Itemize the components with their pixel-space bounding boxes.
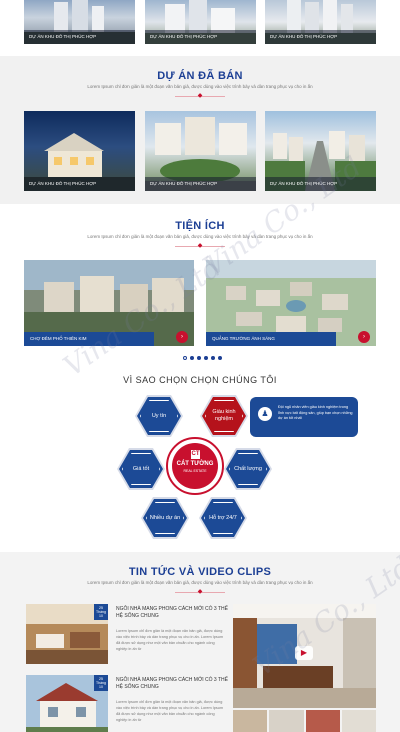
title-divider: ◆	[175, 243, 225, 249]
section-subtitle: Lorem Ipsum chỉ đơn giản là một đoạn văn…	[87, 580, 313, 585]
section-title: VÌ SAO CHỌN CHỌN CHÚNG TÔI	[123, 375, 277, 385]
project-caption: DỰ ÁN KHU ĐÔ THỊ PHÚC HỢP	[265, 177, 376, 191]
project-caption: DỰ ÁN KHU ĐÔ THỊ PHÚC HỢP	[265, 30, 376, 44]
news-thumbnail[interactable]: 25 Tháng 10	[26, 675, 108, 732]
project-caption: DỰ ÁN KHU ĐÔ THỊ PHÚC HỢP	[24, 30, 135, 44]
brand-name: CÁT TƯỜNG	[176, 461, 214, 467]
project-card[interactable]: DỰ ÁN KHU ĐÔ THỊ PHÚC HỢP	[265, 0, 376, 44]
project-card[interactable]: DỰ ÁN KHU ĐÔ THỊ PHÚC HỢP	[24, 111, 135, 191]
carousel-dot[interactable]	[211, 356, 215, 360]
play-icon[interactable]: ▶	[295, 646, 313, 660]
project-caption: DỰ ÁN KHU ĐÔ THỊ PHÚC HỢP	[145, 177, 256, 191]
section-title: TIN TỨC VÀ VIDEO CLIPS	[128, 566, 272, 578]
title-divider: ◆	[175, 93, 225, 99]
carousel-dots	[183, 356, 223, 362]
carousel-dot[interactable]	[197, 356, 201, 360]
carousel-dot[interactable]	[218, 356, 222, 360]
brand-tagline: REAL ESTATE	[183, 469, 207, 473]
project-card[interactable]: DỰ ÁN KHU ĐÔ THỊ PHÚC HỢP	[24, 0, 135, 44]
utility-caption: CHỢ ĐÊM PHỐ THIÊN KIM	[24, 332, 154, 346]
carousel-dot[interactable]	[204, 356, 208, 360]
brand-logo: CT CÁT TƯỜNG REAL ESTATE	[172, 443, 218, 489]
project-card[interactable]: DỰ ÁN KHU ĐÔ THỊ PHÚC HỢP	[145, 111, 256, 191]
video-player[interactable]: ▶	[233, 604, 376, 708]
video-thumb[interactable]	[269, 710, 304, 732]
video-thumb[interactable]	[341, 710, 376, 732]
next-arrow-button[interactable]: ›	[176, 331, 188, 343]
brand-logo-circle: CT CÁT TƯỜNG REAL ESTATE	[166, 437, 224, 495]
utility-card[interactable]: CHỢ ĐÊM PHỐ THIÊN KIM ›	[24, 260, 194, 346]
section-title: DỰ ÁN ĐÃ BÁN	[157, 70, 243, 82]
top-projects-section: DỰ ÁN KHU ĐÔ THỊ PHÚC HỢP DỰ ÁN KHU ĐÔ T…	[0, 0, 400, 50]
tooltip-text: Đội ngũ nhân viên giàu kinh nghiệm trong…	[278, 405, 353, 420]
utility-caption: QUẢNG TRƯỜNG ÁNH SÁNG	[206, 332, 336, 346]
section-subtitle: Lorem Ipsum chỉ đơn giản là một đoạn văn…	[87, 234, 313, 239]
video-thumb[interactable]	[233, 710, 268, 732]
news-thumbnail[interactable]: 25 Tháng 10	[26, 604, 108, 664]
team-icon: ♟	[258, 407, 272, 421]
carousel-dot[interactable]	[190, 356, 194, 360]
project-caption: DỰ ÁN KHU ĐÔ THỊ PHÚC HỢP	[24, 177, 135, 191]
news-date-badge: 25 Tháng 10	[94, 675, 108, 691]
video-thumb[interactable]	[305, 710, 340, 732]
section-title: TIỆN ÍCH	[175, 220, 225, 232]
project-card[interactable]: DỰ ÁN KHU ĐÔ THỊ PHÚC HỢP	[145, 0, 256, 44]
video-thumbnails	[233, 710, 376, 732]
brand-icon: CT	[191, 450, 200, 459]
news-headline[interactable]: NGÔI NHÀ MANG PHONG CÁCH MỚI CÓ 3 THẾ HỆ…	[116, 606, 230, 620]
next-arrow-button[interactable]: ›	[358, 331, 370, 343]
project-caption: DỰ ÁN KHU ĐÔ THỊ PHÚC HỢP	[145, 30, 256, 44]
sold-projects-section: DỰ ÁN ĐÃ BÁN Lorem Ipsum chỉ đơn giản là…	[0, 56, 400, 204]
news-date-badge: 25 Tháng 10	[94, 604, 108, 620]
news-excerpt: Lorem Ipsum chỉ đơn giản là một đoạn văn…	[116, 629, 224, 651]
project-card[interactable]: DỰ ÁN KHU ĐÔ THỊ PHÚC HỢP	[265, 111, 376, 191]
feature-tooltip: ♟ Đội ngũ nhân viên giàu kinh nghiệm tro…	[250, 397, 358, 437]
news-headline[interactable]: NGÔI NHÀ MANG PHONG CÁCH MỚI CÓ 3 THẾ HỆ…	[116, 677, 230, 691]
carousel-dot[interactable]	[183, 356, 187, 360]
news-excerpt: Lorem Ipsum chỉ đơn giản là một đoạn văn…	[116, 700, 224, 722]
title-divider: ◆	[175, 589, 225, 595]
utilities-section: TIỆN ÍCH Lorem Ipsum chỉ đơn giản là một…	[0, 206, 400, 366]
utility-card[interactable]: QUẢNG TRƯỜNG ÁNH SÁNG ›	[206, 260, 376, 346]
section-subtitle: Lorem Ipsum chỉ đơn giản là một đoạn văn…	[87, 84, 313, 89]
